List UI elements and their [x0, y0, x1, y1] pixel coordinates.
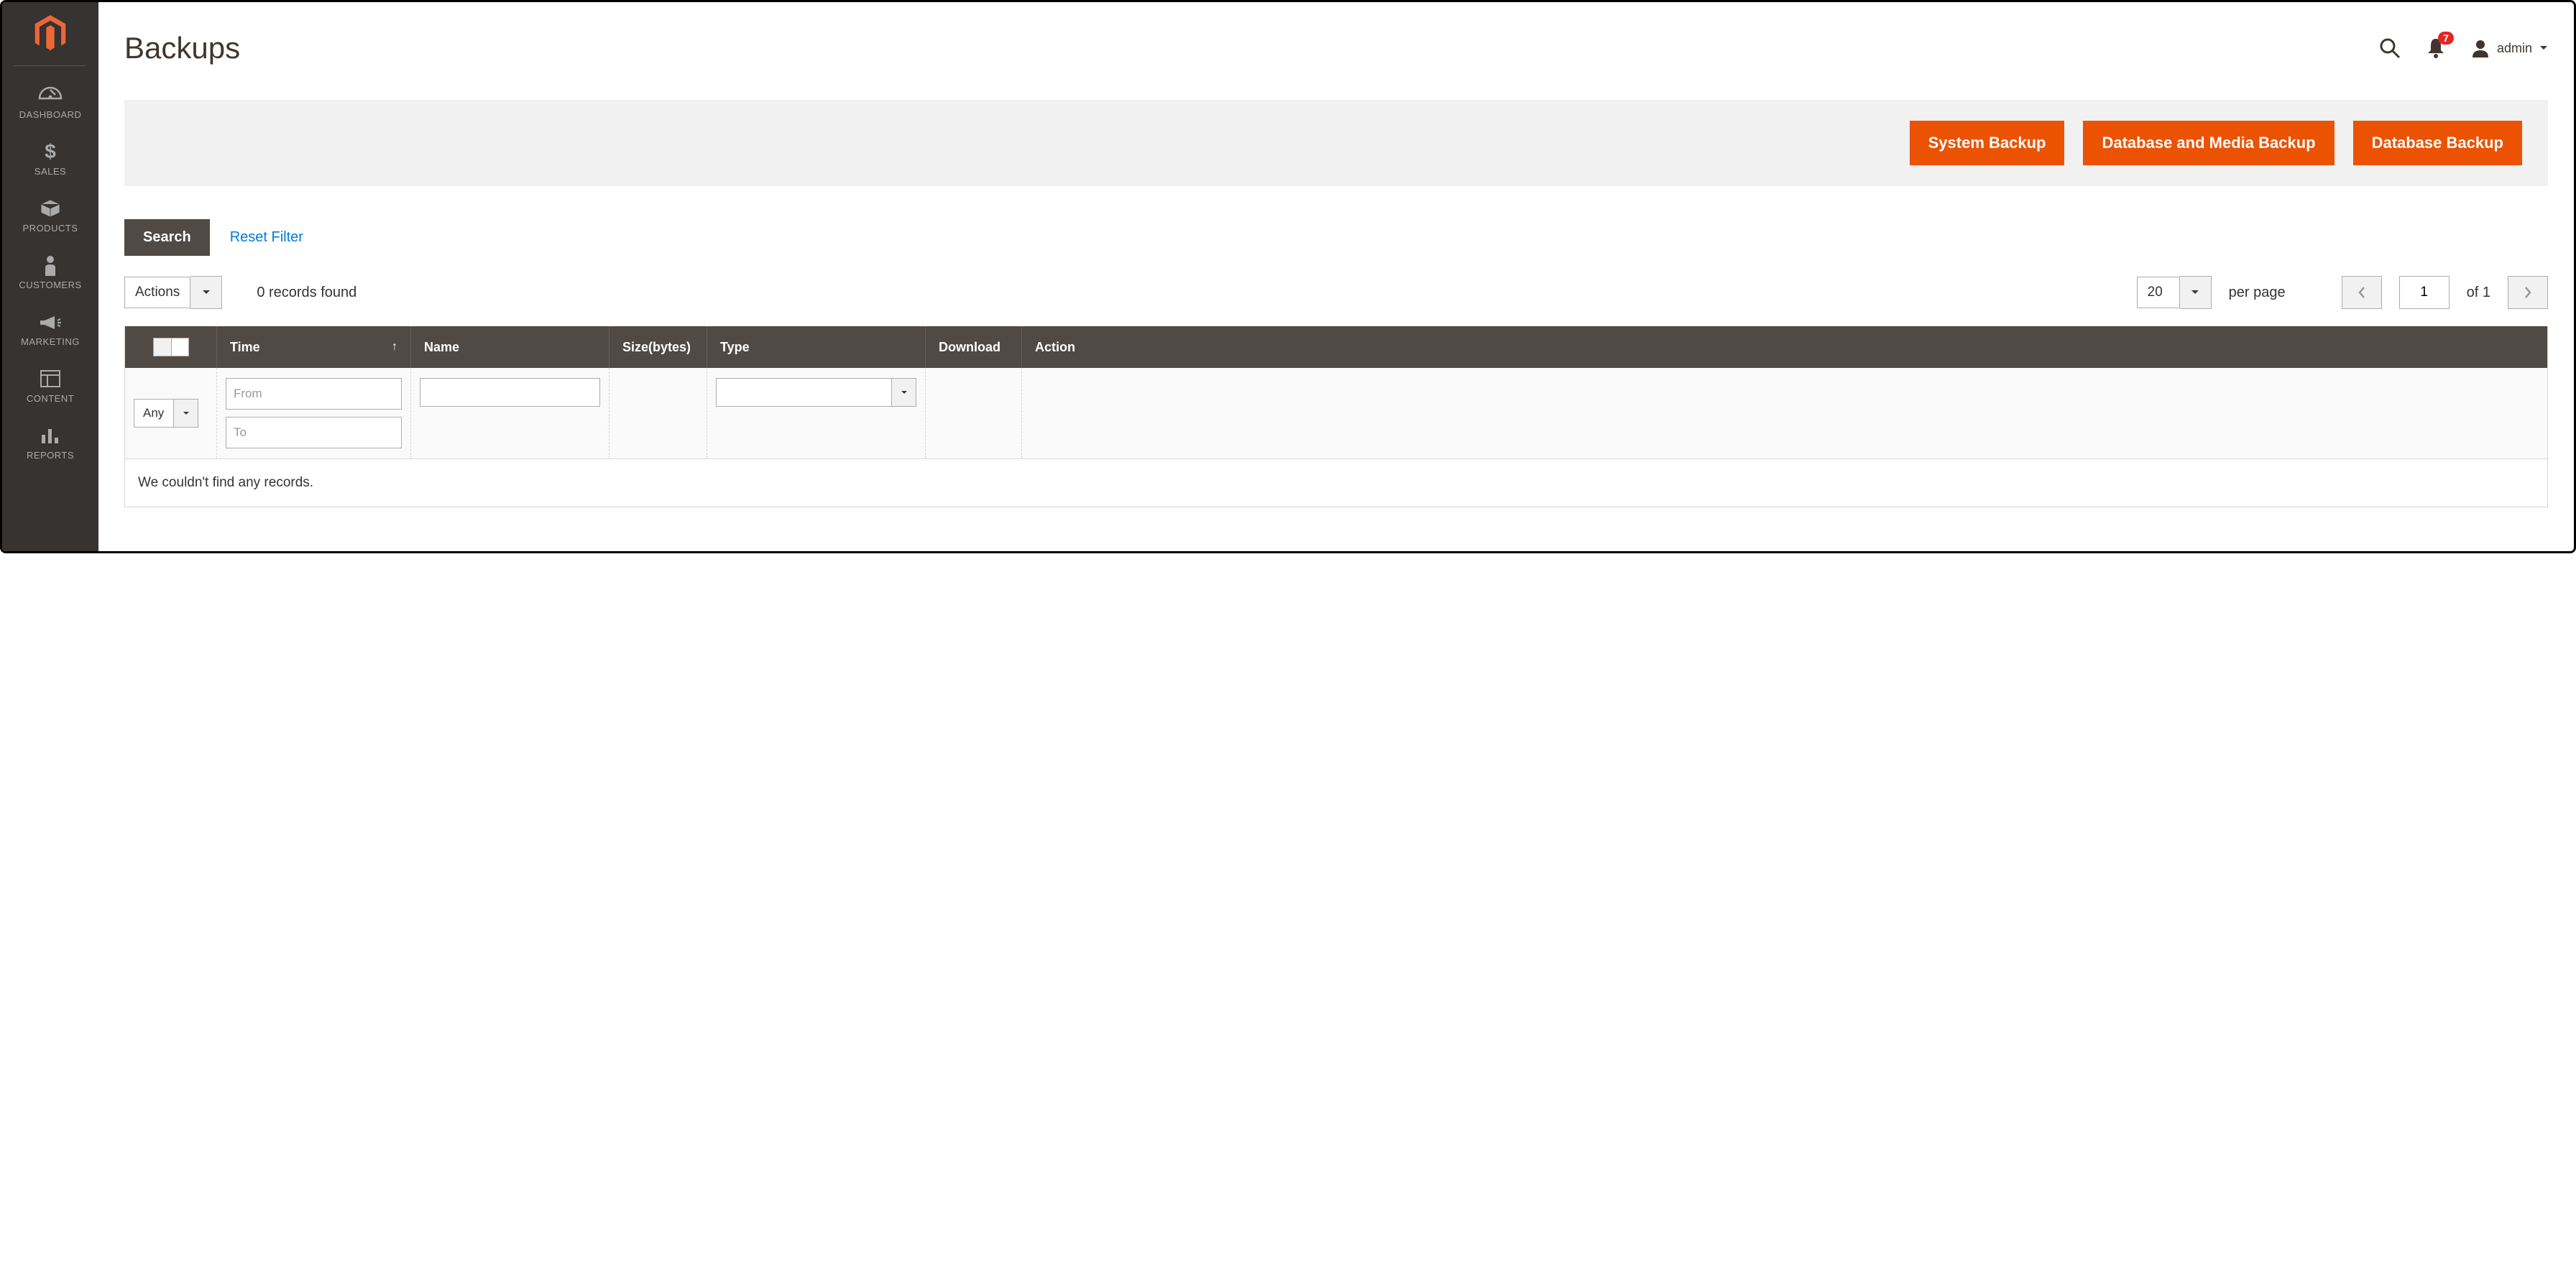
reset-filter-link[interactable]: Reset Filter: [230, 229, 303, 246]
filter-cell-checkbox: Any: [125, 368, 217, 458]
database-media-backup-button[interactable]: Database and Media Backup: [2083, 121, 2334, 165]
caret-down-icon: [2180, 276, 2212, 309]
notifications-button[interactable]: 7: [2426, 37, 2445, 59]
chevron-left-icon: [2358, 286, 2366, 299]
search-icon: [2379, 37, 2401, 59]
column-header-time[interactable]: Time ↑: [217, 326, 411, 368]
column-header-checkbox: ▼: [125, 326, 217, 368]
nav-reports[interactable]: REPORTS: [2, 414, 98, 471]
app-root: DASHBOARD $ SALES PRODUCTS CUSTOMERS MAR…: [0, 0, 2576, 553]
filter-any-select[interactable]: Any: [134, 399, 198, 428]
column-header-download: Download: [926, 326, 1022, 368]
dollar-icon: $: [38, 142, 63, 162]
header-actions: 7 admin: [2379, 37, 2548, 59]
nav-label: REPORTS: [27, 450, 74, 461]
date-to-input[interactable]: [234, 425, 392, 440]
main-content: Backups 7 admin System Backup Database a…: [98, 2, 2574, 551]
nav-content[interactable]: CONTENT: [2, 357, 98, 414]
mass-actions-select[interactable]: Actions: [124, 276, 222, 309]
caret-down-icon: [891, 379, 916, 406]
filter-cell-name: [411, 368, 610, 458]
system-backup-button[interactable]: System Backup: [1910, 121, 2065, 165]
page-header: Backups 7 admin: [98, 2, 2574, 100]
box-icon: [38, 198, 63, 218]
prev-page-button[interactable]: [2342, 276, 2382, 309]
nav-label: CUSTOMERS: [19, 280, 81, 290]
filter-name-input[interactable]: [420, 378, 600, 407]
column-header-name[interactable]: Name: [411, 326, 610, 368]
user-menu[interactable]: admin: [2471, 39, 2548, 57]
svg-text:$: $: [45, 141, 56, 162]
nav-label: PRODUCTS: [23, 223, 78, 234]
column-header-size[interactable]: Size(bytes): [610, 326, 707, 368]
nav-marketing[interactable]: MARKETING: [2, 300, 98, 357]
user-label: admin: [2497, 41, 2532, 56]
filter-cell-download: [926, 368, 1022, 458]
backup-action-bar: System Backup Database and Media Backup …: [124, 100, 2548, 186]
filter-cell-type: [707, 368, 926, 458]
nav-label: SALES: [34, 166, 66, 177]
nav-customers[interactable]: CUSTOMERS: [2, 244, 98, 300]
total-pages-label: of 1: [2467, 285, 2490, 301]
caret-down-icon: [173, 400, 198, 427]
per-page-label: per page: [2229, 285, 2286, 301]
page-size-value: 20: [2137, 277, 2180, 308]
sort-ascending-icon: ↑: [392, 341, 397, 354]
toolbar-right: 20 per page of 1: [2137, 276, 2548, 309]
filter-type-select[interactable]: [716, 378, 916, 407]
grid-header-row: ▼ Time ↑ Name Size(bytes) Type Download …: [125, 326, 2547, 368]
backups-grid: ▼ Time ↑ Name Size(bytes) Type Download …: [124, 326, 2548, 507]
nav-label: DASHBOARD: [19, 109, 82, 120]
search-button[interactable]: [2379, 37, 2401, 59]
caret-down-icon: [2539, 45, 2548, 51]
grid-filter-row: Any: [125, 368, 2547, 459]
person-icon: [38, 255, 63, 275]
filter-date-from[interactable]: [226, 378, 402, 410]
current-page-input[interactable]: [2399, 276, 2450, 309]
page-size-select[interactable]: 20: [2137, 276, 2212, 309]
admin-sidebar: DASHBOARD $ SALES PRODUCTS CUSTOMERS MAR…: [2, 2, 98, 551]
actions-label: Actions: [124, 277, 190, 308]
grid-empty-message: We couldn't find any records.: [125, 459, 2547, 507]
toolbar-left: Actions 0 records found: [124, 276, 356, 309]
filter-date-to[interactable]: [226, 417, 402, 448]
caret-down-icon: [190, 276, 222, 309]
column-header-action: Action: [1022, 326, 2547, 368]
nav-label: MARKETING: [21, 336, 80, 347]
page-title: Backups: [124, 31, 240, 65]
filter-cell-size: [610, 368, 707, 458]
next-page-button[interactable]: [2508, 276, 2548, 309]
search-filter-button[interactable]: Search: [124, 219, 210, 256]
notification-badge: 7: [2438, 32, 2454, 45]
filter-cell-time: [217, 368, 411, 458]
filter-cell-action: [1022, 368, 2547, 458]
database-backup-button[interactable]: Database Backup: [2353, 121, 2522, 165]
select-all-checkbox[interactable]: ▼: [153, 338, 189, 356]
layout-icon: [38, 369, 63, 389]
magento-logo: [33, 15, 68, 52]
records-found-text: 0 records found: [257, 285, 356, 301]
nav-label: CONTENT: [27, 393, 74, 404]
nav-dashboard[interactable]: DASHBOARD: [2, 73, 98, 130]
user-icon: [2471, 39, 2490, 57]
megaphone-icon: [38, 312, 63, 332]
nav-sales[interactable]: $ SALES: [2, 130, 98, 187]
filter-row: Search Reset Filter: [98, 219, 2574, 269]
grid-toolbar: Actions 0 records found 20 per page: [98, 269, 2574, 326]
chevron-right-icon: [2524, 286, 2532, 299]
gauge-icon: [38, 85, 63, 105]
date-from-input[interactable]: [234, 387, 392, 401]
bar-chart-icon: [38, 425, 63, 446]
nav-products[interactable]: PRODUCTS: [2, 187, 98, 244]
sidebar-divider: [14, 65, 86, 66]
column-header-type[interactable]: Type: [707, 326, 926, 368]
